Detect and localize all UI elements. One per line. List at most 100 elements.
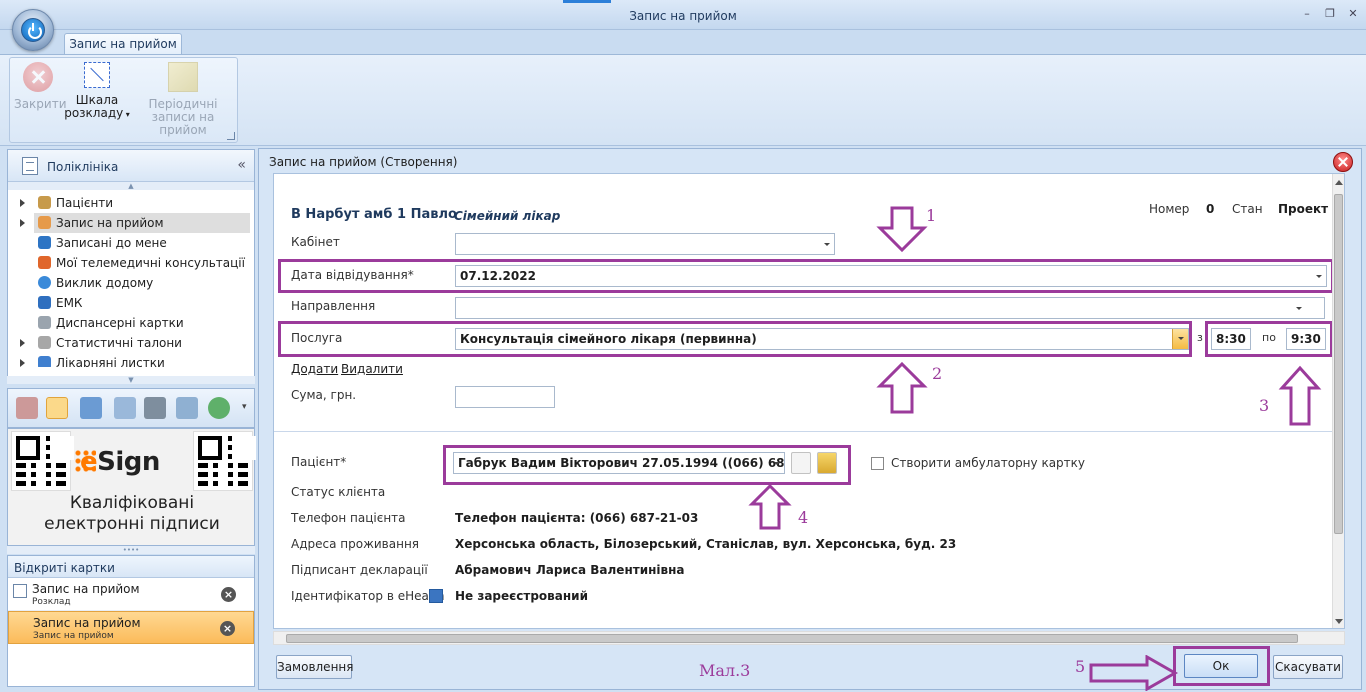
minimize-icon[interactable]: – bbox=[1300, 8, 1314, 20]
state-label: Стан bbox=[1232, 202, 1263, 216]
expand-icon[interactable] bbox=[20, 359, 25, 367]
refresh-patient-icon[interactable] bbox=[791, 452, 811, 474]
calendar-module-icon[interactable] bbox=[16, 397, 38, 419]
close-card-icon[interactable]: × bbox=[220, 621, 235, 636]
qr-code-right-icon bbox=[193, 431, 253, 491]
periodic-appointments-button[interactable]: Періодичні записи на прийом bbox=[130, 62, 236, 137]
open-card-item[interactable]: Запис на прийом Розклад × bbox=[8, 578, 254, 611]
doctor-role: Сімейний лікар bbox=[454, 209, 561, 223]
sidebar-item-label: Запис на прийом bbox=[56, 216, 164, 230]
esign-banner[interactable]: eSign Кваліфіковані електронні підписи bbox=[7, 428, 255, 546]
collapse-icon[interactable]: « bbox=[237, 157, 246, 173]
direction-select[interactable] bbox=[455, 297, 1325, 319]
sidebar-item-label: Лікарняні листки bbox=[56, 356, 165, 367]
annotation-3: 3 bbox=[1259, 396, 1270, 415]
ribbon-group-actions: Закрити Шкала розкладу ▾ Періодичні запи… bbox=[9, 57, 238, 143]
close-card-icon[interactable]: × bbox=[221, 587, 236, 602]
esign-line-1: Кваліфіковані bbox=[69, 493, 195, 513]
scroll-up-strip[interactable]: ▲ bbox=[8, 182, 254, 190]
medicine-module-icon[interactable] bbox=[114, 397, 136, 419]
sidebar-header: Поліклініка « bbox=[8, 150, 254, 182]
scroll-up-icon[interactable] bbox=[1335, 180, 1343, 185]
sidebar-item-appointment[interactable]: Запис на прийом bbox=[20, 213, 250, 233]
patient-select[interactable]: Габрук Вадим Вікторович 27.05.1994 ((066… bbox=[453, 452, 785, 474]
order-button[interactable]: Замовлення bbox=[276, 655, 353, 679]
sum-input[interactable] bbox=[455, 386, 555, 408]
state-value: Проект bbox=[1278, 202, 1329, 216]
dropdown-arrow-icon[interactable] bbox=[1172, 329, 1188, 349]
create-card-checkbox[interactable] bbox=[871, 457, 884, 470]
splitter-strip[interactable]: •••• bbox=[7, 546, 255, 554]
doctor-icon bbox=[38, 256, 51, 269]
appointment-section: В Нарбут амб 1 Павло Сімейний лікар Номе… bbox=[274, 174, 1334, 432]
sidebar-item-telemedicine[interactable]: Мої телемедичні консультації bbox=[8, 253, 254, 273]
service-select[interactable]: Консультація сімейного лікаря (первинна) bbox=[455, 328, 1189, 350]
date-picker[interactable]: 07.12.2022 bbox=[455, 265, 1327, 287]
schedule-scale-button[interactable]: Шкала розкладу ▾ bbox=[64, 62, 130, 121]
ok-button[interactable]: Ок bbox=[1184, 654, 1258, 678]
annotation-arrow-1-icon bbox=[876, 206, 928, 253]
app-menu-button[interactable] bbox=[12, 9, 54, 51]
time-to-input[interactable]: 9:30 bbox=[1286, 328, 1326, 350]
hscroll-thumb[interactable] bbox=[286, 634, 1298, 643]
scroll-down-strip[interactable]: ▼ bbox=[7, 376, 255, 384]
annotation-2: 2 bbox=[932, 364, 943, 383]
clinic-module-icon[interactable] bbox=[46, 397, 68, 419]
dropdown-arrow-icon: ▾ bbox=[123, 110, 130, 119]
close-ribbon-label: Закрити bbox=[14, 97, 67, 111]
globe-module-icon[interactable] bbox=[208, 397, 230, 419]
sidebar-item-label: Диспансерні картки bbox=[56, 316, 184, 330]
records-module-icon[interactable] bbox=[144, 397, 166, 419]
sidebar-list: Пацієнти Запис на прийом Записані до мен… bbox=[8, 190, 254, 367]
expand-icon[interactable] bbox=[20, 339, 25, 347]
time-to-label: по bbox=[1262, 331, 1276, 344]
sidebar-item-patients[interactable]: Пацієнти bbox=[8, 193, 254, 213]
home-call-icon bbox=[38, 276, 51, 289]
client-status-label: Статус клієнта bbox=[291, 485, 386, 499]
sidebar-item-booked-to-me[interactable]: Записані до мене bbox=[8, 233, 254, 253]
time-from-input[interactable]: 8:30 bbox=[1211, 328, 1251, 350]
signer-label: Підписант декларації bbox=[291, 563, 428, 577]
close-ribbon-button[interactable]: Закрити bbox=[14, 62, 67, 111]
cabinet-select[interactable] bbox=[455, 233, 835, 255]
home-module-icon[interactable] bbox=[176, 397, 198, 419]
sidebar-item-sick-leave[interactable]: Лікарняні листки bbox=[8, 353, 254, 367]
ribbon: Закрити Шкала розкладу ▾ Періодичні запи… bbox=[0, 54, 1366, 146]
more-modules-icon[interactable]: ▾ bbox=[242, 402, 247, 412]
form-close-icon[interactable] bbox=[1333, 152, 1353, 172]
close-window-icon[interactable]: ✕ bbox=[1346, 8, 1360, 20]
cancel-button[interactable]: Скасувати bbox=[1273, 655, 1343, 679]
dropdown-arrow-icon bbox=[1316, 275, 1322, 278]
appointment-icon bbox=[38, 216, 51, 229]
scroll-thumb[interactable] bbox=[1334, 194, 1343, 534]
group-launcher-icon[interactable] bbox=[227, 132, 235, 140]
tab-appointment[interactable]: Запис на прийом bbox=[64, 33, 182, 55]
sum-label: Сума, грн. bbox=[291, 388, 357, 402]
ehealth-icon[interactable] bbox=[429, 589, 443, 603]
direction-label: Направлення bbox=[291, 299, 376, 313]
sidebar-item-emk[interactable]: ЕМК bbox=[8, 293, 254, 313]
add-link[interactable]: Додати bbox=[291, 362, 338, 376]
restore-icon[interactable]: ❐ bbox=[1323, 8, 1337, 20]
scroll-down-icon[interactable] bbox=[1335, 619, 1343, 624]
ehealth-label: Ідентифікатор в eHealth bbox=[291, 589, 445, 603]
date-label: Дата відвідування* bbox=[291, 268, 414, 282]
form-body: В Нарбут амб 1 Павло Сімейний лікар Номе… bbox=[273, 173, 1345, 629]
delete-link[interactable]: Видалити bbox=[341, 362, 403, 376]
number-value: 0 bbox=[1206, 202, 1215, 216]
sidebar-item-statistics[interactable]: Статистичні талони bbox=[8, 333, 254, 353]
sidebar-item-dispensary-cards[interactable]: Диспансерні картки bbox=[8, 313, 254, 333]
doctor-name: В Нарбут амб 1 Павло bbox=[291, 207, 457, 222]
form-horizontal-scrollbar[interactable] bbox=[273, 631, 1345, 645]
patient-card-icon[interactable] bbox=[817, 452, 837, 474]
sidebar-item-home-call[interactable]: Виклик додому bbox=[8, 273, 254, 293]
expand-icon[interactable] bbox=[20, 199, 25, 207]
hospital-module-icon[interactable] bbox=[80, 397, 102, 419]
expand-icon[interactable] bbox=[20, 219, 25, 227]
open-card-item-selected[interactable]: Запис на прийом Запис на прийом × bbox=[8, 611, 254, 644]
sidebar-item-label: Записані до мене bbox=[56, 236, 167, 250]
patient-icon bbox=[38, 196, 51, 209]
qr-code-left-icon bbox=[11, 431, 71, 491]
form-vertical-scrollbar[interactable] bbox=[1332, 174, 1344, 628]
figure-caption: Мал.3 bbox=[699, 661, 751, 680]
